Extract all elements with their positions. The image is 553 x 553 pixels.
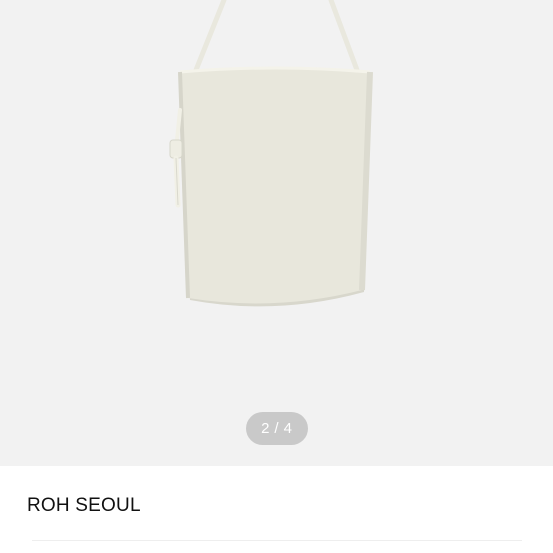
divider bbox=[32, 540, 522, 541]
pager-separator: / bbox=[274, 420, 280, 437]
bag-strap-left bbox=[193, 0, 227, 73]
product-image[interactable] bbox=[0, 0, 553, 466]
brand-name[interactable]: ROH SEOUL bbox=[27, 495, 141, 517]
pager-total: 4 bbox=[283, 420, 293, 437]
image-pager: 2 / 4 bbox=[246, 412, 308, 445]
bag-strap-right bbox=[328, 0, 360, 73]
pager-current: 2 bbox=[261, 420, 271, 437]
bag-body bbox=[180, 68, 370, 304]
product-detail-page: 2 / 4 ROH SEOUL bbox=[0, 0, 553, 553]
image-gallery[interactable]: 2 / 4 bbox=[0, 0, 553, 466]
